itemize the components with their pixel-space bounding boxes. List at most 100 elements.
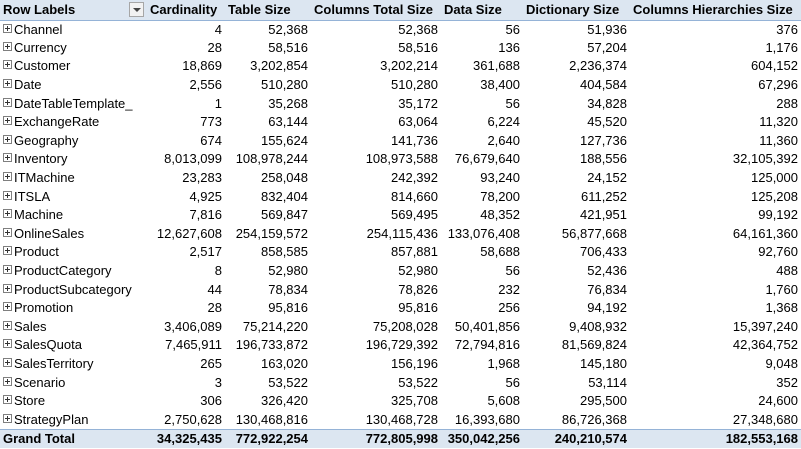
value-cell[interactable]: 57,204 [523,39,630,58]
value-cell[interactable]: 75,208,028 [311,318,441,337]
row-label-cell[interactable]: ExchangeRate [0,113,147,132]
filter-dropdown-icon[interactable] [129,1,144,17]
value-cell[interactable]: 75,214,220 [225,318,311,337]
value-cell[interactable]: 130,468,728 [311,410,441,429]
value-cell[interactable]: 125,000 [630,169,801,188]
value-cell[interactable]: 58,688 [441,243,523,262]
row-label-cell[interactable]: Scenario [0,373,147,392]
value-cell[interactable]: 16,393,680 [441,410,523,429]
grand-total-cell[interactable]: 772,805,998 [311,428,441,448]
value-cell[interactable]: 4,925 [147,187,225,206]
expand-plus-icon[interactable] [3,265,12,275]
expand-plus-icon[interactable] [3,116,12,126]
value-cell[interactable]: 242,392 [311,169,441,188]
value-cell[interactable]: 569,847 [225,206,311,225]
grand-total-cell[interactable]: 350,042,256 [441,428,523,448]
value-cell[interactable]: 23,283 [147,169,225,188]
row-label-cell[interactable]: Store [0,392,147,411]
value-cell[interactable]: 8 [147,262,225,281]
value-cell[interactable]: 156,196 [311,355,441,374]
row-label-cell[interactable]: Product [0,243,147,262]
value-cell[interactable]: 125,208 [630,187,801,206]
value-cell[interactable]: 254,115,436 [311,225,441,244]
value-cell[interactable]: 86,726,368 [523,410,630,429]
expand-plus-icon[interactable] [3,134,12,144]
row-label-cell[interactable]: DateTableTemplate_ [0,94,147,113]
value-cell[interactable]: 72,794,816 [441,336,523,355]
expand-plus-icon[interactable] [3,376,12,386]
value-cell[interactable]: 56 [441,373,523,392]
value-cell[interactable]: 6,224 [441,113,523,132]
value-cell[interactable]: 56 [441,20,523,39]
row-label-cell[interactable]: ProductSubcategory [0,280,147,299]
value-cell[interactable]: 5,608 [441,392,523,411]
expand-plus-icon[interactable] [3,227,12,237]
value-cell[interactable]: 76,679,640 [441,150,523,169]
value-cell[interactable]: 56,877,668 [523,225,630,244]
value-cell[interactable]: 52,368 [225,20,311,39]
value-cell[interactable]: 44 [147,280,225,299]
value-cell[interactable]: 163,020 [225,355,311,374]
value-cell[interactable]: 64,161,360 [630,225,801,244]
value-cell[interactable]: 421,951 [523,206,630,225]
value-cell[interactable]: 108,973,588 [311,150,441,169]
value-cell[interactable]: 63,064 [311,113,441,132]
row-label-cell[interactable]: Promotion [0,299,147,318]
value-cell[interactable]: 130,468,816 [225,410,311,429]
value-cell[interactable]: 48,352 [441,206,523,225]
value-cell[interactable]: 773 [147,113,225,132]
expand-plus-icon[interactable] [3,209,12,219]
value-cell[interactable]: 361,688 [441,57,523,76]
value-cell[interactable]: 35,172 [311,94,441,113]
column-header-table-size[interactable]: Table Size [225,0,311,21]
value-cell[interactable]: 52,980 [311,262,441,281]
value-cell[interactable]: 24,152 [523,169,630,188]
value-cell[interactable]: 93,240 [441,169,523,188]
value-cell[interactable]: 265 [147,355,225,374]
value-cell[interactable]: 4 [147,20,225,39]
value-cell[interactable]: 15,397,240 [630,318,801,337]
value-cell[interactable]: 28 [147,299,225,318]
value-cell[interactable]: 7,816 [147,206,225,225]
value-cell[interactable]: 11,360 [630,132,801,151]
row-label-cell[interactable]: Channel [0,20,147,39]
column-header-cardinality[interactable]: Cardinality [147,0,225,21]
value-cell[interactable]: 254,159,572 [225,225,311,244]
value-cell[interactable]: 32,105,392 [630,150,801,169]
value-cell[interactable]: 51,936 [523,20,630,39]
expand-plus-icon[interactable] [3,79,12,89]
grand-total-cell[interactable]: 34,325,435 [147,428,225,448]
expand-plus-icon[interactable] [3,97,12,107]
value-cell[interactable]: 1,760 [630,280,801,299]
value-cell[interactable]: 9,048 [630,355,801,374]
value-cell[interactable]: 42,364,752 [630,336,801,355]
value-cell[interactable]: 3,406,089 [147,318,225,337]
row-label-cell[interactable]: ProductCategory [0,262,147,281]
value-cell[interactable]: 53,522 [225,373,311,392]
value-cell[interactable]: 510,280 [311,76,441,95]
value-cell[interactable]: 288 [630,94,801,113]
value-cell[interactable]: 12,627,608 [147,225,225,244]
expand-plus-icon[interactable] [3,320,12,330]
value-cell[interactable]: 27,348,680 [630,410,801,429]
value-cell[interactable]: 34,828 [523,94,630,113]
value-cell[interactable]: 52,980 [225,262,311,281]
value-cell[interactable]: 295,500 [523,392,630,411]
value-cell[interactable]: 1,176 [630,39,801,58]
value-cell[interactable]: 2,236,374 [523,57,630,76]
value-cell[interactable]: 2,556 [147,76,225,95]
value-cell[interactable]: 133,076,408 [441,225,523,244]
expand-plus-icon[interactable] [3,413,12,423]
expand-plus-icon[interactable] [3,23,12,33]
expand-plus-icon[interactable] [3,339,12,349]
value-cell[interactable]: 2,640 [441,132,523,151]
value-cell[interactable]: 325,708 [311,392,441,411]
value-cell[interactable]: 306 [147,392,225,411]
value-cell[interactable]: 3 [147,373,225,392]
value-cell[interactable]: 404,584 [523,76,630,95]
value-cell[interactable]: 141,736 [311,132,441,151]
value-cell[interactable]: 78,200 [441,187,523,206]
expand-plus-icon[interactable] [3,302,12,312]
value-cell[interactable]: 326,420 [225,392,311,411]
value-cell[interactable]: 258,048 [225,169,311,188]
